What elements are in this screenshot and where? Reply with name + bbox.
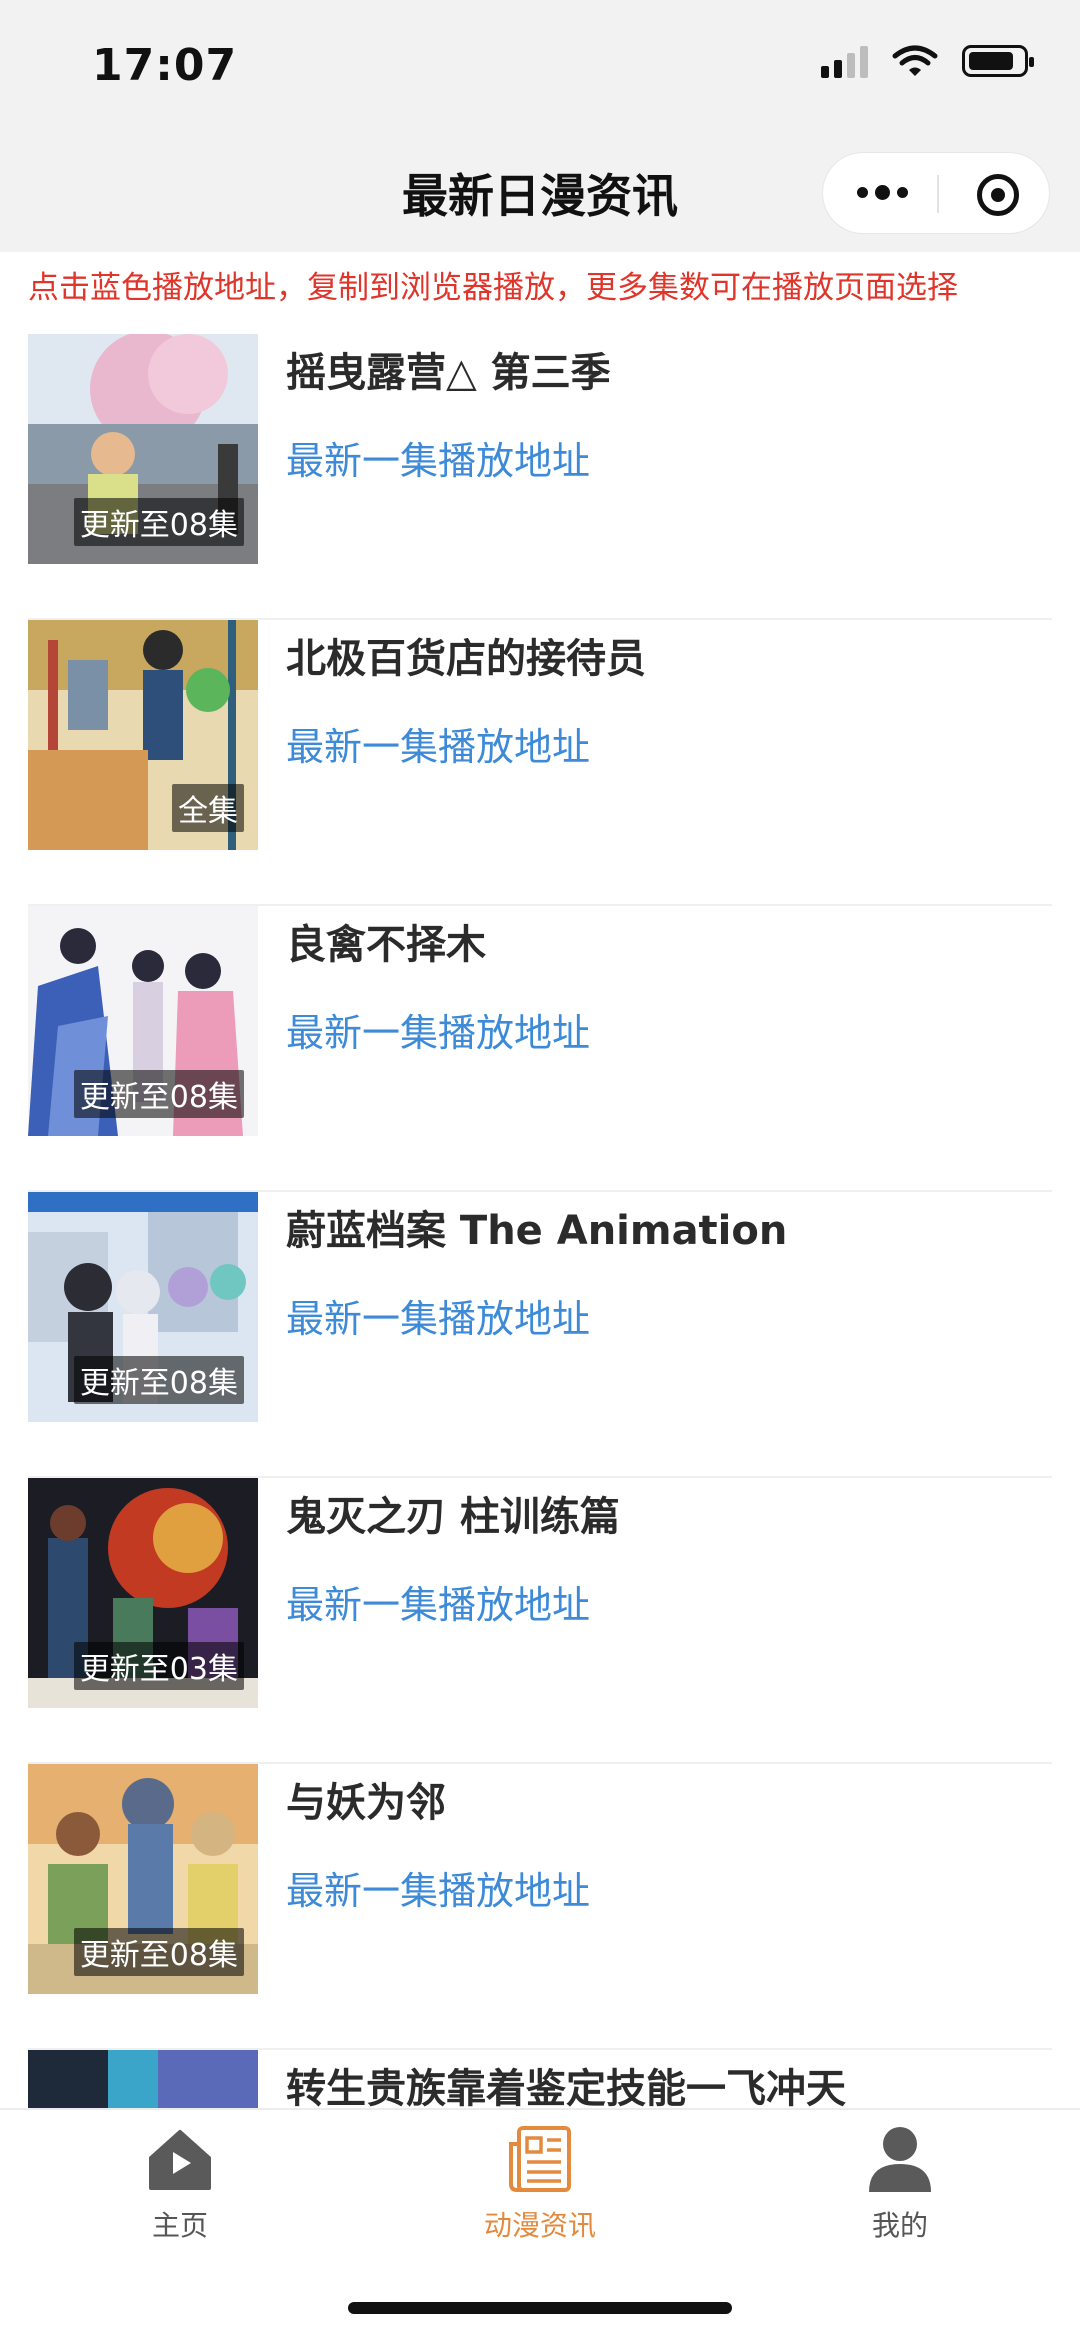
anime-list: 更新至08集 摇曳露营△ 第三季 最新一集播放地址 全集 北极百货店的接待员 最… [0,334,1080,2108]
cover-image[interactable]: 更新至08集 [28,334,258,564]
play-link[interactable]: 最新一集播放地址 [286,1288,590,1343]
status-time: 17:07 [92,40,238,91]
episode-badge: 更新至08集 [73,1070,244,1118]
user-icon [869,2127,931,2192]
anime-title: 与妖为邻 [286,1780,446,1826]
anime-title: 良禽不择木 [286,922,486,968]
cover-image[interactable]: 更新至08集 [28,1764,258,1994]
list-item[interactable]: 更新至08集 蔚蓝档案 The Animation 最新一集播放地址 [0,1192,1080,1478]
play-link[interactable]: 最新一集播放地址 [286,430,590,485]
list-item[interactable]: 转生贵族靠着鉴定技能一飞冲天 [0,2050,1080,2108]
cover-image[interactable]: 全集 [28,620,258,850]
tab-label: 动漫资讯 [483,2209,596,2242]
tab-anime-news[interactable]: 动漫资讯 [360,2110,720,2270]
anime-title: 摇曳露营△ 第三季 [286,350,611,396]
home-indicator [348,2302,732,2314]
more-dots-icon[interactable] [857,185,908,200]
episode-badge: 更新至03集 [73,1642,244,1690]
news-icon [509,2126,571,2192]
episode-badge: 全集 [172,784,244,832]
tab-home[interactable]: 主页 [0,2110,360,2270]
anime-title: 转生贵族靠着鉴定技能一飞冲天 [286,2066,846,2108]
notice-text: 点击蓝色播放地址，复制到浏览器播放，更多集数可在播放页面选择 [28,270,958,306]
home-icon [149,2130,211,2190]
play-link[interactable]: 最新一集播放地址 [286,1574,590,1629]
cover-image[interactable]: 更新至08集 [28,906,258,1136]
play-link[interactable]: 最新一集播放地址 [286,716,590,771]
cover-image[interactable]: 更新至03集 [28,1478,258,1708]
play-link[interactable]: 最新一集播放地址 [286,1002,590,1057]
list-item[interactable]: 更新至08集 与妖为邻 最新一集播放地址 [0,1764,1080,2050]
list-item[interactable]: 全集 北极百货店的接待员 最新一集播放地址 [0,620,1080,906]
tab-label: 我的 [871,2209,928,2242]
anime-title: 鬼灭之刃 柱训练篇 [286,1494,620,1540]
battery-icon [962,45,1034,77]
navigation-bar: 最新日漫资讯 [0,130,1080,252]
tab-label: 主页 [151,2209,208,2242]
list-item[interactable]: 更新至08集 良禽不择木 最新一集播放地址 [0,906,1080,1192]
list-item[interactable]: 更新至08集 摇曳露营△ 第三季 最新一集播放地址 [0,334,1080,620]
episode-badge: 更新至08集 [73,1928,244,1976]
target-close-icon[interactable] [977,174,1019,216]
status-bar: 17:07 [0,0,1080,130]
list-item[interactable]: 更新至03集 鬼灭之刃 柱训练篇 最新一集播放地址 [0,1478,1080,1764]
cover-image[interactable]: 更新至08集 [28,1192,258,1422]
status-icons [821,44,1034,78]
tab-mine[interactable]: 我的 [720,2110,1080,2270]
play-link[interactable]: 最新一集播放地址 [286,1860,590,1915]
capsule-divider [937,175,939,213]
anime-title: 北极百货店的接待员 [286,636,646,682]
signal-icon [821,44,868,78]
episode-badge: 更新至08集 [73,498,244,546]
anime-title: 蔚蓝档案 The Animation [286,1208,788,1254]
mini-program-capsule [822,152,1050,234]
wifi-icon [892,45,938,76]
episode-badge: 更新至08集 [73,1356,244,1404]
cover-image[interactable] [28,2050,258,2108]
